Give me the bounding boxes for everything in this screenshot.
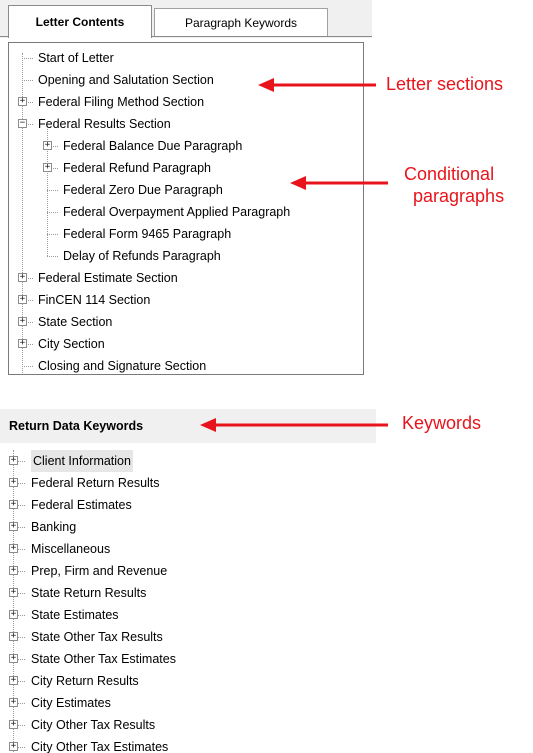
tree-item-label: FinCEN 114 Section xyxy=(38,293,151,307)
keyword-item-label: Prep, Firm and Revenue xyxy=(31,564,168,578)
arrow-letter-sections xyxy=(258,78,376,92)
plus-box-icon[interactable]: + xyxy=(9,588,18,597)
tree-item-label: Closing and Signature Section xyxy=(38,359,207,373)
keywords-header-label: Return Data Keywords xyxy=(9,419,144,433)
keyword-item[interactable]: + Federal Return Results xyxy=(8,472,374,494)
tree-item[interactable]: + City Section xyxy=(9,333,363,355)
keyword-item[interactable]: + Federal Estimates xyxy=(8,494,374,516)
keyword-item[interactable]: + Prep, Firm and Revenue xyxy=(8,560,374,582)
plus-box-icon[interactable]: + xyxy=(18,273,27,282)
tree-connector xyxy=(47,256,58,257)
keyword-item[interactable]: + City Estimates xyxy=(8,692,374,714)
plus-box-icon[interactable]: + xyxy=(18,317,27,326)
plus-box-icon[interactable]: + xyxy=(43,163,52,172)
plus-box-icon[interactable]: + xyxy=(9,742,18,751)
keyword-item-label: Client Information xyxy=(31,450,133,472)
tree-item[interactable]: Federal Overpayment Applied Paragraph xyxy=(9,201,363,223)
tree-item-label: Federal Results Section xyxy=(38,117,171,131)
tree-item-label: Federal Zero Due Paragraph xyxy=(63,183,223,197)
arrow-keywords xyxy=(200,418,388,432)
plus-box-icon[interactable]: + xyxy=(9,676,18,685)
tree-item[interactable]: Closing and Signature Section xyxy=(9,355,363,374)
tree-item[interactable]: + Federal Filing Method Section xyxy=(9,91,363,113)
keyword-item[interactable]: + State Return Results xyxy=(8,582,374,604)
tree-item[interactable]: Federal Form 9465 Paragraph xyxy=(9,223,363,245)
annotation-letter-sections: Letter sections xyxy=(386,74,504,94)
keyword-item-label: State Other Tax Estimates xyxy=(31,652,176,666)
keyword-item-label: State Estimates xyxy=(31,608,119,622)
tree-item-label: Federal Balance Due Paragraph xyxy=(63,139,243,153)
keyword-item[interactable]: + Client Information xyxy=(8,450,374,472)
plus-box-icon[interactable]: + xyxy=(9,654,18,663)
arrow-conditional-paragraphs xyxy=(290,176,388,190)
tree-item-label: State Section xyxy=(38,315,113,329)
tree-item[interactable]: + Federal Estimate Section xyxy=(9,267,363,289)
annotation-conditional-line2: paragraphs xyxy=(413,186,505,206)
keyword-item[interactable]: + Banking xyxy=(8,516,374,538)
keyword-item-label: City Other Tax Results xyxy=(31,718,156,732)
tab-letter-contents[interactable]: Letter Contents xyxy=(8,5,152,38)
keyword-item-label: State Other Tax Results xyxy=(31,630,163,644)
tree-item-label: Opening and Salutation Section xyxy=(38,73,214,87)
tab-strip: Letter Contents Paragraph Keywords xyxy=(0,0,372,38)
tree-connector xyxy=(22,366,33,367)
tree-item[interactable]: Start of Letter xyxy=(9,47,363,69)
plus-box-icon[interactable]: + xyxy=(9,632,18,641)
tree-connector xyxy=(47,234,58,235)
keyword-item-label: City Estimates xyxy=(31,696,111,710)
tree-item[interactable]: + State Section xyxy=(9,311,363,333)
tree-connector xyxy=(47,190,58,191)
plus-box-icon[interactable]: + xyxy=(18,339,27,348)
plus-box-icon[interactable]: + xyxy=(9,478,18,487)
keyword-item-label: Miscellaneous xyxy=(31,542,111,556)
keyword-item[interactable]: + Miscellaneous xyxy=(8,538,374,560)
tree-connector xyxy=(22,80,33,81)
keyword-item-label: City Return Results xyxy=(31,674,139,688)
keyword-item-label: Federal Return Results xyxy=(31,476,160,490)
plus-box-icon[interactable]: + xyxy=(9,500,18,509)
tree-item-label: Federal Estimate Section xyxy=(38,271,178,285)
tree-item[interactable]: + FinCEN 114 Section xyxy=(9,289,363,311)
plus-box-icon[interactable]: + xyxy=(9,610,18,619)
plus-box-icon[interactable]: + xyxy=(9,698,18,707)
tree-item-label: Start of Letter xyxy=(38,51,114,65)
tree-item[interactable]: Delay of Refunds Paragraph xyxy=(9,245,363,267)
tree-item-label: Federal Form 9465 Paragraph xyxy=(63,227,232,241)
keyword-item-label: Federal Estimates xyxy=(31,498,132,512)
tree-connector xyxy=(47,212,58,213)
keyword-item[interactable]: + City Other Tax Estimates xyxy=(8,736,374,753)
tab-paragraph-keywords[interactable]: Paragraph Keywords xyxy=(154,8,328,36)
tree-connector xyxy=(22,58,33,59)
plus-box-icon[interactable]: + xyxy=(9,720,18,729)
keyword-item-label: State Return Results xyxy=(31,586,147,600)
return-data-keywords-tree[interactable]: + Client Information + Federal Return Resul… xyxy=(8,445,374,753)
minus-box-icon[interactable]: − xyxy=(18,119,27,128)
tree-item-label: City Section xyxy=(38,337,105,351)
plus-box-icon[interactable]: + xyxy=(18,295,27,304)
tree-item[interactable]: − Federal Results Section xyxy=(9,113,363,135)
annotation-conditional-line1: Conditional xyxy=(404,164,495,184)
plus-box-icon[interactable]: + xyxy=(43,141,52,150)
keyword-item[interactable]: + City Other Tax Results xyxy=(8,714,374,736)
keyword-item[interactable]: + City Return Results xyxy=(8,670,374,692)
plus-box-icon[interactable]: + xyxy=(9,544,18,553)
annotation-keywords: Keywords xyxy=(402,413,482,433)
tree-item-label: Federal Refund Paragraph xyxy=(63,161,212,175)
keyword-item[interactable]: + State Estimates xyxy=(8,604,374,626)
keyword-item-label: City Other Tax Estimates xyxy=(31,740,169,753)
keyword-item-label: Banking xyxy=(31,520,77,534)
tree-item[interactable]: + Federal Balance Due Paragraph xyxy=(9,135,363,157)
keyword-item[interactable]: + State Other Tax Estimates xyxy=(8,648,374,670)
plus-box-icon[interactable]: + xyxy=(9,566,18,575)
tree-item-label: Delay of Refunds Paragraph xyxy=(63,249,221,263)
plus-box-icon[interactable]: + xyxy=(9,456,18,465)
tree-item-label: Federal Filing Method Section xyxy=(38,95,205,109)
keyword-item[interactable]: + State Other Tax Results xyxy=(8,626,374,648)
plus-box-icon[interactable]: + xyxy=(18,97,27,106)
plus-box-icon[interactable]: + xyxy=(9,522,18,531)
tree-item-label: Federal Overpayment Applied Paragraph xyxy=(63,205,291,219)
